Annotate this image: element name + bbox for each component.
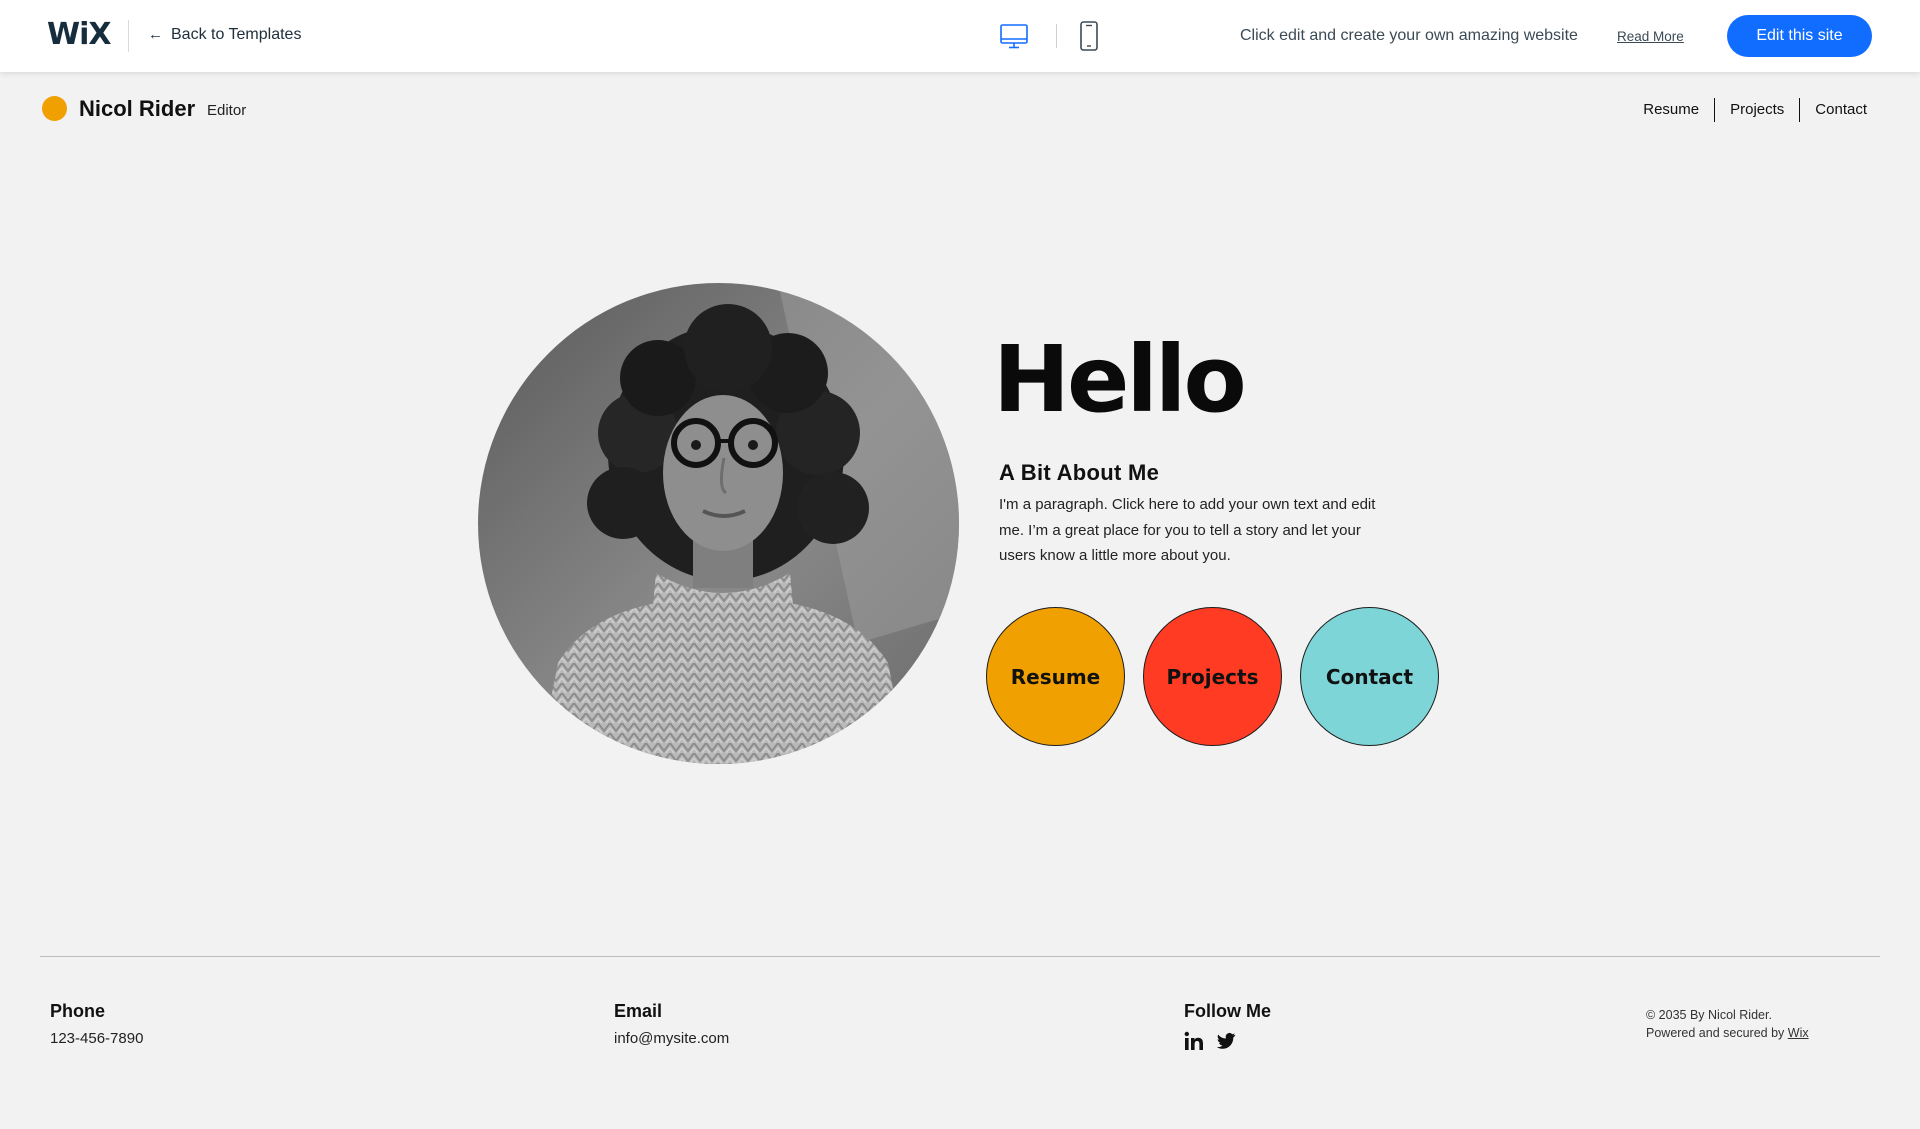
nav-item-resume[interactable]: Resume — [1628, 98, 1714, 122]
site-owner-role: Editor — [207, 102, 247, 119]
powered-by-text: Powered and secured by — [1646, 1026, 1788, 1040]
edit-this-site-button[interactable]: Edit this site — [1727, 15, 1872, 57]
mobile-view-icon[interactable] — [1078, 20, 1100, 52]
social-links — [1184, 1031, 1236, 1051]
footer-phone-value: 123-456-7890 — [50, 1030, 144, 1047]
promo-text: Click edit and create your own amazing w… — [1240, 27, 1578, 44]
footer-follow-heading: Follow Me — [1184, 1001, 1271, 1021]
contact-circle-button[interactable]: Contact — [1300, 607, 1439, 746]
site-owner-name[interactable]: Nicol Rider — [79, 96, 195, 122]
wix-logo[interactable]: WiX — [47, 15, 112, 55]
projects-circle-button[interactable]: Projects — [1143, 607, 1282, 746]
portrait-photo — [478, 283, 959, 764]
wix-link[interactable]: Wix — [1788, 1026, 1809, 1040]
wix-top-bar: WiX ← Back to Templates Click edit and c… — [0, 0, 1920, 72]
nav-item-projects[interactable]: Projects — [1714, 98, 1799, 122]
footer-email-value[interactable]: info@mysite.com — [614, 1029, 729, 1049]
back-to-templates-link[interactable]: ← Back to Templates — [148, 24, 301, 46]
about-title: A Bit About Me — [999, 460, 1160, 485]
footer-phone-heading: Phone — [50, 1001, 106, 1021]
powered-by-line: Powered and secured by Wix — [1646, 1024, 1809, 1042]
back-to-templates-label: Back to Templates — [171, 26, 302, 43]
device-separator — [1056, 24, 1057, 48]
twitter-icon[interactable] — [1216, 1031, 1236, 1051]
portrait-illustration — [478, 283, 959, 764]
topbar-divider — [128, 20, 129, 52]
linkedin-icon[interactable] — [1184, 1031, 1204, 1051]
resume-circle-button[interactable]: Resume — [986, 607, 1125, 746]
hero-heading: Hello — [993, 326, 1247, 433]
about-paragraph: I'm a paragraph. Click here to add your … — [999, 496, 1376, 564]
nav-item-contact[interactable]: Contact — [1799, 98, 1867, 122]
copyright-line: © 2035 By Nicol Rider. — [1646, 1008, 1772, 1022]
copyright-block: © 2035 By Nicol Rider. Powered and secur… — [1646, 1006, 1809, 1042]
read-more-link[interactable]: Read More — [1617, 28, 1684, 46]
brand-dot — [42, 96, 67, 121]
footer-email-heading: Email — [614, 1001, 663, 1021]
footer-divider — [40, 956, 1880, 957]
desktop-view-icon[interactable] — [998, 20, 1030, 52]
site-navigation: Resume Projects Contact — [1628, 98, 1867, 122]
back-arrow-icon: ← — [148, 26, 163, 43]
